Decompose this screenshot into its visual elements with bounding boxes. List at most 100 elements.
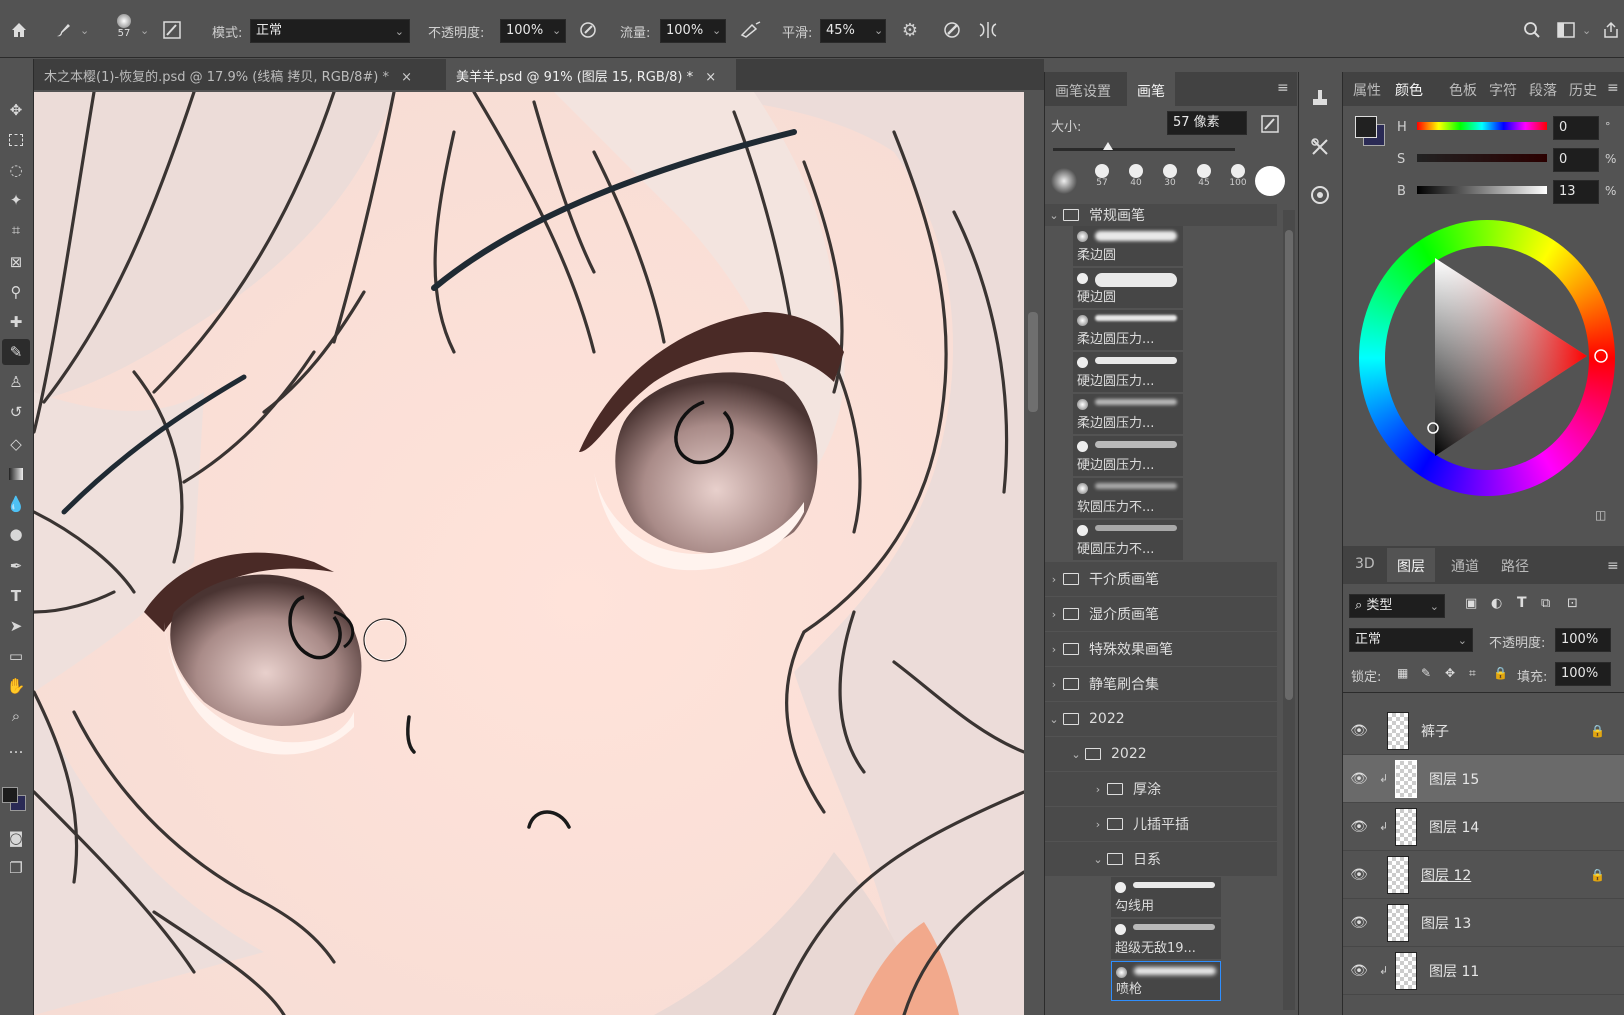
hue-input[interactable]: 0 xyxy=(1553,116,1599,140)
tab-layers[interactable]: 图层 xyxy=(1387,548,1435,582)
layer-row[interactable]: 👁 ↲ 图层 14 xyxy=(1343,803,1624,851)
magic-wand-tool-icon[interactable]: ✦ xyxy=(2,187,30,213)
dodge-tool-icon[interactable]: ● xyxy=(2,521,30,547)
libraries-icon[interactable] xyxy=(1307,182,1333,208)
folder-general-brushes[interactable]: ⌄ 常规画笔 xyxy=(1045,204,1277,226)
brightness-slider[interactable] xyxy=(1417,186,1547,194)
folder-special-effects[interactable]: › 特殊效果画笔 xyxy=(1045,632,1277,666)
lasso-tool-icon[interactable]: ◌ xyxy=(2,157,30,183)
tab-document-1[interactable]: 木之本樱(1)-恢复的.psd @ 17.9% (线稿 拷贝, RGB/8#) … xyxy=(34,59,444,90)
pen-tool-icon[interactable]: ✒ xyxy=(2,553,30,579)
layer-row[interactable]: 👁 图层 12 🔒 xyxy=(1343,851,1624,899)
preset-30[interactable]: 30 xyxy=(1157,164,1183,188)
tool-presets-icon[interactable] xyxy=(1307,134,1333,160)
close-icon[interactable]: × xyxy=(401,70,412,85)
frame-tool-icon[interactable]: ⊠ xyxy=(2,249,30,275)
screen-mode-icon[interactable]: ❐ xyxy=(2,855,30,881)
preset-soft-round-icon[interactable] xyxy=(1051,168,1077,194)
chevron-down-icon[interactable]: ⌄ xyxy=(552,24,561,37)
brush-item[interactable]: 硬边圆压力... xyxy=(1073,352,1183,392)
brush-item[interactable]: 勾线用 xyxy=(1111,877,1221,917)
tab-paragraph[interactable]: 段落 xyxy=(1523,72,1563,106)
brush-settings-toggle-icon[interactable] xyxy=(1259,113,1281,135)
tab-paths[interactable]: 路径 xyxy=(1495,548,1535,582)
saturation-slider[interactable] xyxy=(1417,154,1547,162)
brush-list-scrollbar[interactable] xyxy=(1283,210,1295,1010)
preset-57[interactable]: 57 xyxy=(1089,164,1115,188)
scroll-thumb[interactable] xyxy=(1285,230,1293,700)
pressure-size-icon[interactable] xyxy=(940,18,964,42)
zoom-tool-icon[interactable]: ⌕ xyxy=(2,703,30,729)
chevron-down-icon[interactable]: ⌄ xyxy=(1582,24,1591,37)
folder-thick-paint[interactable]: › 厚涂 xyxy=(1045,772,1277,806)
color-wheel[interactable] xyxy=(1359,220,1615,496)
tab-properties[interactable]: 属性 xyxy=(1347,72,1387,106)
canvas-vertical-scrollbar[interactable] xyxy=(1024,92,1042,1015)
brush-item[interactable]: 柔边圆压力... xyxy=(1073,310,1183,350)
tab-brush-settings[interactable]: 画笔设置 xyxy=(1045,72,1121,106)
mode-select[interactable]: 正常 ⌄ xyxy=(250,19,410,43)
layer-row-selected[interactable]: 👁 ↲ 图层 15 xyxy=(1343,755,1624,803)
chevron-down-icon[interactable]: ⌄ xyxy=(80,24,89,37)
lock-artboard-icon[interactable]: ⌗ xyxy=(1469,666,1476,681)
chevron-down-icon[interactable]: ⌄ xyxy=(712,24,721,37)
eraser-tool-icon[interactable]: ◇ xyxy=(2,431,30,457)
size-slider[interactable] xyxy=(1053,142,1235,151)
size-input[interactable]: 57 像素 xyxy=(1167,111,1247,135)
tab-swatches[interactable]: 色板 xyxy=(1443,72,1483,106)
brush-item[interactable]: 硬边圆压力... xyxy=(1073,436,1183,476)
brush-settings-toggle-icon[interactable] xyxy=(160,18,184,42)
gear-icon[interactable]: ⚙ xyxy=(898,18,922,42)
visibility-eye-icon[interactable]: 👁 xyxy=(1343,963,1375,979)
tab-character[interactable]: 字符 xyxy=(1483,72,1523,106)
folder-brush-collection[interactable]: › 静笔刷合集 xyxy=(1045,667,1277,701)
lock-transparent-icon[interactable]: ▦ xyxy=(1397,666,1408,680)
path-select-tool-icon[interactable]: ➤ xyxy=(2,613,30,639)
slider-handle[interactable] xyxy=(1103,142,1113,150)
preset-40[interactable]: 40 xyxy=(1123,164,1149,188)
out-of-gamut-icon[interactable]: ◫ xyxy=(1595,508,1606,522)
hand-tool-icon[interactable]: ✋ xyxy=(2,673,30,699)
eyedropper-tool-icon[interactable]: ⚲ xyxy=(2,279,30,305)
hue-slider[interactable] xyxy=(1417,122,1547,130)
lock-position-icon[interactable]: ✥ xyxy=(1445,666,1455,680)
chevron-down-icon[interactable]: ⌄ xyxy=(874,24,883,37)
tab-channels[interactable]: 通道 xyxy=(1445,548,1485,582)
filter-pixel-icon[interactable]: ▣ xyxy=(1465,596,1477,611)
brush-item[interactable]: 柔边圆 xyxy=(1073,226,1183,266)
marquee-tool-icon[interactable] xyxy=(2,127,30,153)
workspace-icon[interactable] xyxy=(1554,18,1578,42)
more-tools-icon[interactable]: … xyxy=(2,735,30,761)
tab-brushes[interactable]: 画笔 xyxy=(1127,72,1175,106)
search-icon[interactable] xyxy=(1520,18,1544,42)
preset-100[interactable]: 100 xyxy=(1225,164,1251,188)
quick-mask-icon[interactable]: ◙ xyxy=(2,825,30,851)
layer-opacity-input[interactable]: 100% xyxy=(1555,628,1611,652)
folder-wet-media[interactable]: › 湿介质画笔 xyxy=(1045,597,1277,631)
filter-adjustment-icon[interactable]: ◐ xyxy=(1491,596,1502,611)
canvas[interactable] xyxy=(34,92,1024,1015)
share-icon[interactable] xyxy=(1600,18,1622,42)
move-tool-icon[interactable]: ✥ xyxy=(2,97,30,123)
visibility-eye-icon[interactable]: 👁 xyxy=(1343,723,1375,739)
layer-filter-select[interactable]: ⌕ 类型 ⌄ xyxy=(1349,594,1445,618)
folder-dry-media[interactable]: › 干介质画笔 xyxy=(1045,562,1277,596)
brush-item[interactable]: 硬边圆 xyxy=(1073,268,1183,308)
saturation-input[interactable]: 0 xyxy=(1553,148,1599,172)
filter-type-icon[interactable]: T xyxy=(1517,595,1527,611)
scroll-thumb[interactable] xyxy=(1028,312,1038,412)
gradient-tool-icon[interactable] xyxy=(2,461,30,487)
pressure-opacity-icon[interactable] xyxy=(576,18,600,42)
folder-2022-sub[interactable]: ⌄ 2022 xyxy=(1045,737,1277,771)
tab-history[interactable]: 历史 xyxy=(1563,72,1603,106)
close-icon[interactable]: × xyxy=(705,70,716,85)
layer-row[interactable]: 👁 裤子 🔒 xyxy=(1343,707,1624,755)
visibility-eye-icon[interactable]: 👁 xyxy=(1343,915,1375,931)
layer-row[interactable]: 👁 图层 13 xyxy=(1343,899,1624,947)
chevron-down-icon[interactable]: ⌄ xyxy=(140,24,149,37)
folder-kids-illustration[interactable]: › 儿插平插 xyxy=(1045,807,1277,841)
visibility-eye-icon[interactable]: 👁 xyxy=(1343,867,1375,883)
brush-preset-picker[interactable]: 57 xyxy=(110,12,138,50)
stamp-tool-icon[interactable]: ♙ xyxy=(2,369,30,395)
brush-item[interactable]: 柔边圆压力... xyxy=(1073,394,1183,434)
